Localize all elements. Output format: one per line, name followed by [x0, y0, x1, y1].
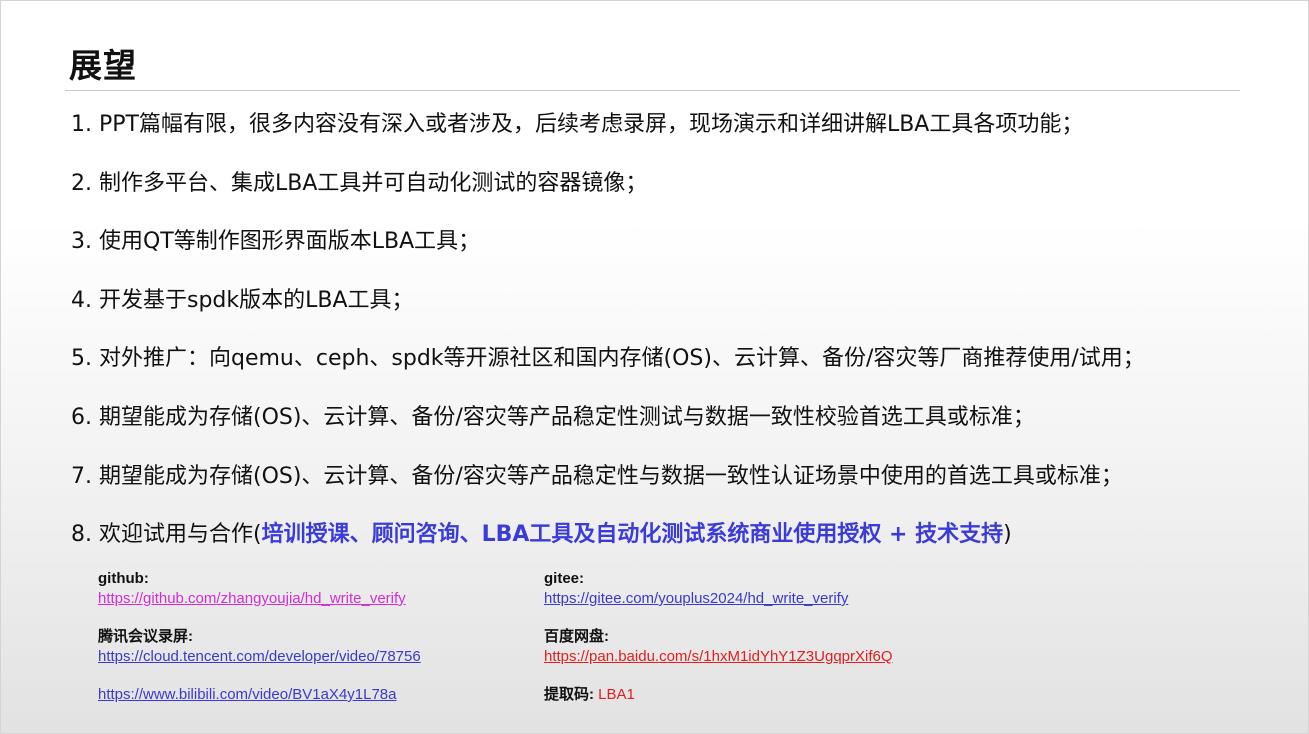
list-item-3: 3. 使用QT等制作图形界面版本LBA工具；	[71, 229, 481, 255]
extraction-code-label: 提取码:	[544, 686, 594, 703]
gitee-block: gitee: https://gitee.com/youplus2024/hd_…	[544, 569, 848, 609]
tencent-label: 腾讯会议录屏:	[98, 628, 193, 645]
cooperation-highlight: 培训授课、顾问咨询、LBA工具及自动化测试系统商业使用授权 + 技术支持	[261, 522, 1004, 548]
list-item-5: 5. 对外推广：向qemu、ceph、spdk等开源社区和国内存储(OS)、云计…	[71, 346, 1145, 372]
list-item-8-prefix: 8. 欢迎试用与合作(	[71, 522, 262, 548]
bilibili-block: https://www.bilibili.com/video/BV1aX4y1L…	[98, 685, 397, 705]
outlook-list: 1. PPT篇幅有限，很多内容没有深入或者涉及，后续考虑录屏，现场演示和详细讲解…	[71, 105, 1271, 574]
slide: 展望 1. PPT篇幅有限，很多内容没有深入或者涉及，后续考虑录屏，现场演示和详…	[0, 0, 1309, 734]
slide-title: 展望	[69, 46, 137, 85]
list-item-6: 6. 期望能成为存储(OS)、云计算、备份/容灾等产品稳定性测试与数据一致性校验…	[71, 404, 1035, 430]
github-block: github: https://github.com/zhangyoujia/h…	[98, 569, 406, 609]
tencent-block: 腾讯会议录屏: https://cloud.tencent.com/develo…	[98, 627, 421, 667]
list-item-8: 8. 欢迎试用与合作(培训授课、顾问咨询、LBA工具及自动化测试系统商业使用授权…	[71, 515, 1271, 574]
baidu-pan-link[interactable]: https://pan.baidu.com/s/1hxM1idYhY1Z3Ugq…	[544, 647, 893, 667]
baidu-block: 百度网盘: https://pan.baidu.com/s/1hxM1idYhY…	[544, 627, 893, 667]
title-divider	[65, 90, 1240, 91]
tencent-video-link[interactable]: https://cloud.tencent.com/developer/vide…	[98, 647, 421, 667]
github-link[interactable]: https://github.com/zhangyoujia/hd_write_…	[98, 589, 406, 609]
list-item-2: 2. 制作多平台、集成LBA工具并可自动化测试的容器镜像；	[71, 170, 648, 196]
bilibili-link[interactable]: https://www.bilibili.com/video/BV1aX4y1L…	[98, 685, 397, 705]
gitee-label: gitee:	[544, 570, 585, 587]
list-item-7: 7. 期望能成为存储(OS)、云计算、备份/容灾等产品稳定性与数据一致性认证场景…	[71, 463, 1123, 489]
list-item-4: 4. 开发基于spdk版本的LBA工具；	[71, 287, 414, 313]
code-block: 提取码: LBA1	[544, 685, 635, 705]
github-label: github:	[98, 570, 149, 587]
extraction-code-value: LBA1	[598, 686, 635, 703]
gitee-link[interactable]: https://gitee.com/youplus2024/hd_write_v…	[544, 589, 848, 609]
list-item-8-suffix: )	[1003, 522, 1012, 548]
baidu-label: 百度网盘:	[544, 628, 609, 645]
list-item-1: 1. PPT篇幅有限，很多内容没有深入或者涉及，后续考虑录屏，现场演示和详细讲解…	[71, 112, 1084, 137]
